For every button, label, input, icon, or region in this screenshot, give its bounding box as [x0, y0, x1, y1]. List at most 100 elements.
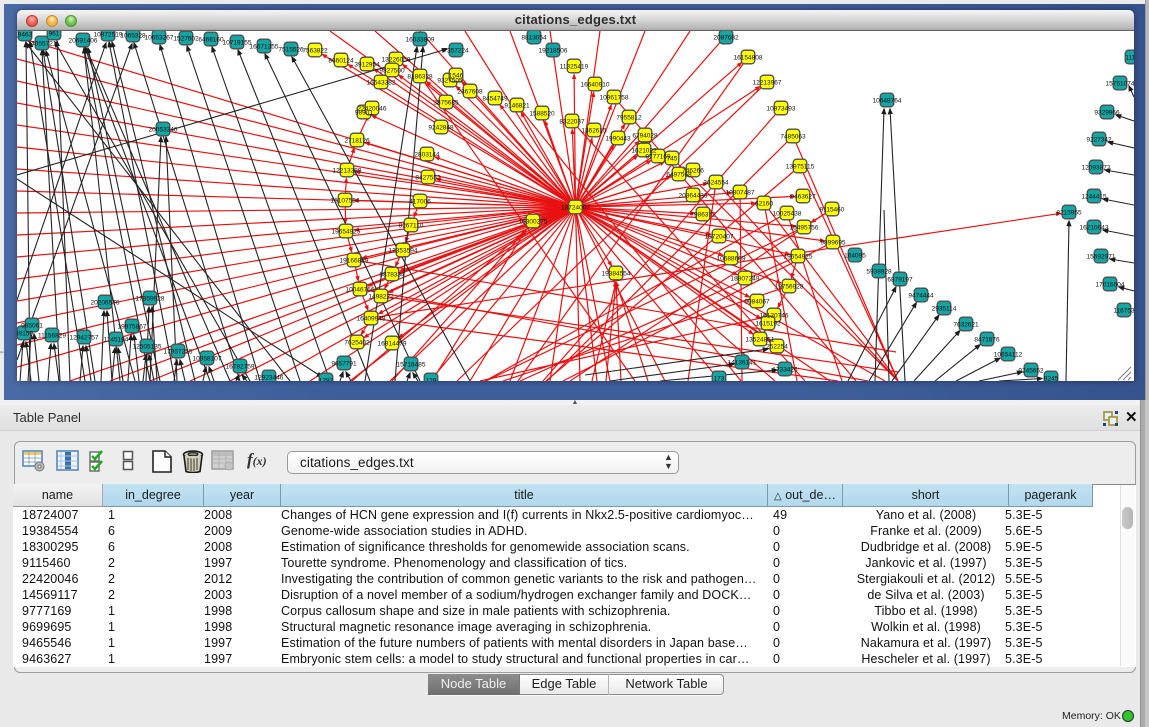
svg-text:16210643: 16210643 — [1080, 224, 1109, 231]
svg-text:8813054: 8813054 — [521, 34, 547, 41]
svg-text:9245652: 9245652 — [1018, 367, 1044, 374]
svg-text:18724007: 18724007 — [561, 204, 590, 211]
svg-text:11156829: 11156829 — [38, 332, 66, 339]
svg-text:985061: 985061 — [21, 322, 43, 329]
svg-text:1615192: 1615192 — [755, 320, 781, 327]
svg-text:9242848: 9242848 — [428, 124, 454, 131]
svg-text:16914479: 16914479 — [378, 340, 407, 347]
svg-text:7632621: 7632621 — [953, 321, 979, 328]
svg-text:9146821: 9146821 — [504, 102, 530, 109]
svg-text:19654925: 19654925 — [332, 228, 361, 235]
svg-text:1362615: 1362615 — [581, 127, 607, 134]
svg-text:10046766: 10046766 — [346, 286, 375, 293]
svg-text:7625402: 7625402 — [344, 339, 370, 346]
svg-text:10025438: 10025438 — [773, 210, 802, 217]
svg-text:8660124: 8660124 — [328, 57, 354, 64]
svg-text:10654112: 10654112 — [994, 351, 1023, 358]
svg-text:1546: 1546 — [449, 72, 464, 79]
svg-text:12213967: 12213967 — [753, 79, 782, 86]
svg-text:16154808: 16154808 — [734, 54, 763, 61]
svg-text:7357224: 7357224 — [443, 47, 469, 54]
svg-text:12923446: 12923446 — [255, 374, 284, 381]
svg-text:6794028: 6794028 — [632, 132, 658, 139]
svg-text:8471676: 8471676 — [974, 336, 1000, 343]
svg-text:16033809: 16033809 — [406, 36, 435, 43]
svg-text:9329966: 9329966 — [1094, 109, 1120, 116]
svg-text:252254: 252254 — [766, 343, 788, 350]
svg-text:7986372: 7986372 — [690, 211, 716, 218]
svg-text:9245: 9245 — [1044, 375, 1059, 381]
svg-text:11325419: 11325419 — [560, 63, 589, 70]
svg-text:2718126: 2718126 — [344, 137, 370, 144]
svg-text:16495756: 16495756 — [790, 224, 819, 231]
svg-text:9227342: 9227342 — [1086, 136, 1112, 143]
svg-text:20364436: 20364436 — [679, 192, 708, 199]
svg-text:17359928: 17359928 — [136, 295, 165, 302]
svg-text:13226058: 13226058 — [382, 56, 411, 63]
svg-text:10972519: 10972519 — [94, 31, 123, 38]
svg-text:15300275: 15300275 — [519, 218, 548, 225]
svg-text:2803144: 2803144 — [414, 151, 440, 158]
svg-text:745: 745 — [667, 155, 678, 162]
svg-text:7563822: 7563822 — [302, 47, 328, 54]
svg-text:16107554: 16107554 — [331, 197, 360, 204]
svg-text:8322037: 8322037 — [559, 118, 585, 125]
svg-text:14055721: 14055721 — [28, 40, 57, 47]
svg-text:19384554: 19384554 — [602, 270, 631, 277]
svg-text:22420046: 22420046 — [358, 105, 387, 112]
svg-text:8267110: 8267110 — [399, 222, 424, 229]
svg-text:10719155: 10719155 — [223, 39, 252, 46]
svg-text:9474444: 9474444 — [908, 292, 934, 299]
svg-text:16640910: 16640910 — [581, 81, 610, 88]
svg-text:17016504: 17016504 — [1096, 281, 1125, 288]
svg-text:1292: 1292 — [319, 377, 334, 381]
svg-text:5938928: 5938928 — [866, 268, 892, 275]
svg-text:17957255: 17957255 — [164, 348, 193, 355]
svg-text:164095: 164095 — [844, 252, 866, 259]
svg-text:10688609: 10688609 — [717, 255, 746, 262]
svg-text:9899695: 9899695 — [820, 239, 846, 246]
svg-text:3912954: 3912954 — [354, 61, 380, 68]
svg-text:1527602: 1527602 — [173, 35, 199, 42]
svg-text:62160: 62160 — [755, 200, 773, 207]
svg-text:15720407: 15720407 — [705, 233, 734, 240]
svg-text:8215955: 8215955 — [1056, 209, 1082, 216]
svg-text:116753: 116753 — [1113, 307, 1134, 314]
svg-text:8427552: 8427552 — [415, 174, 441, 181]
svg-text:7485063: 7485063 — [780, 133, 806, 140]
svg-text:15692971: 15692971 — [1087, 253, 1116, 260]
svg-text:1733426: 1733426 — [772, 366, 798, 373]
svg-text:1065328: 1065328 — [120, 32, 146, 39]
svg-text:18807249: 18807249 — [731, 275, 760, 282]
svg-text:19166829: 19166829 — [340, 257, 369, 264]
svg-text:10961758: 10961758 — [600, 94, 629, 101]
svg-text:10807487: 10807487 — [726, 189, 755, 196]
svg-text:8186328: 8186328 — [407, 73, 433, 80]
svg-text:1244415: 1244415 — [1081, 193, 1107, 200]
svg-text:9463627: 9463627 — [790, 193, 816, 200]
svg-text:15751074: 15751074 — [1106, 80, 1134, 87]
svg-text:13524851: 13524851 — [746, 336, 775, 343]
svg-text:7515526: 7515526 — [278, 46, 304, 53]
svg-text:9115460: 9115460 — [820, 206, 845, 213]
svg-text:13975115: 13975115 — [786, 163, 815, 170]
svg-text:129: 129 — [426, 377, 437, 381]
svg-text:15716485: 15716485 — [397, 361, 426, 368]
svg-text:10973493: 10973493 — [767, 105, 796, 112]
svg-text:1498222: 1498222 — [368, 293, 394, 300]
svg-text:16671355: 16671355 — [250, 43, 279, 50]
svg-text:14136141: 14136141 — [728, 359, 757, 366]
svg-text:2087682: 2087682 — [713, 34, 739, 41]
svg-text:19756928: 19756928 — [775, 283, 804, 290]
svg-text:16543382: 16543382 — [367, 79, 396, 86]
svg-text:10958107: 10958107 — [193, 355, 222, 362]
svg-text:6497568: 6497568 — [666, 171, 692, 178]
svg-text:20691406: 20691406 — [69, 37, 98, 44]
svg-text:417006: 417006 — [409, 198, 431, 205]
svg-text:19218506: 19218506 — [539, 47, 568, 54]
svg-text:6879197: 6879197 — [887, 276, 913, 283]
svg-text:12353594: 12353594 — [389, 247, 418, 254]
svg-text:3624554: 3624554 — [703, 179, 729, 186]
svg-text:20053346: 20053346 — [149, 126, 178, 133]
svg-text:961: 961 — [49, 31, 60, 37]
